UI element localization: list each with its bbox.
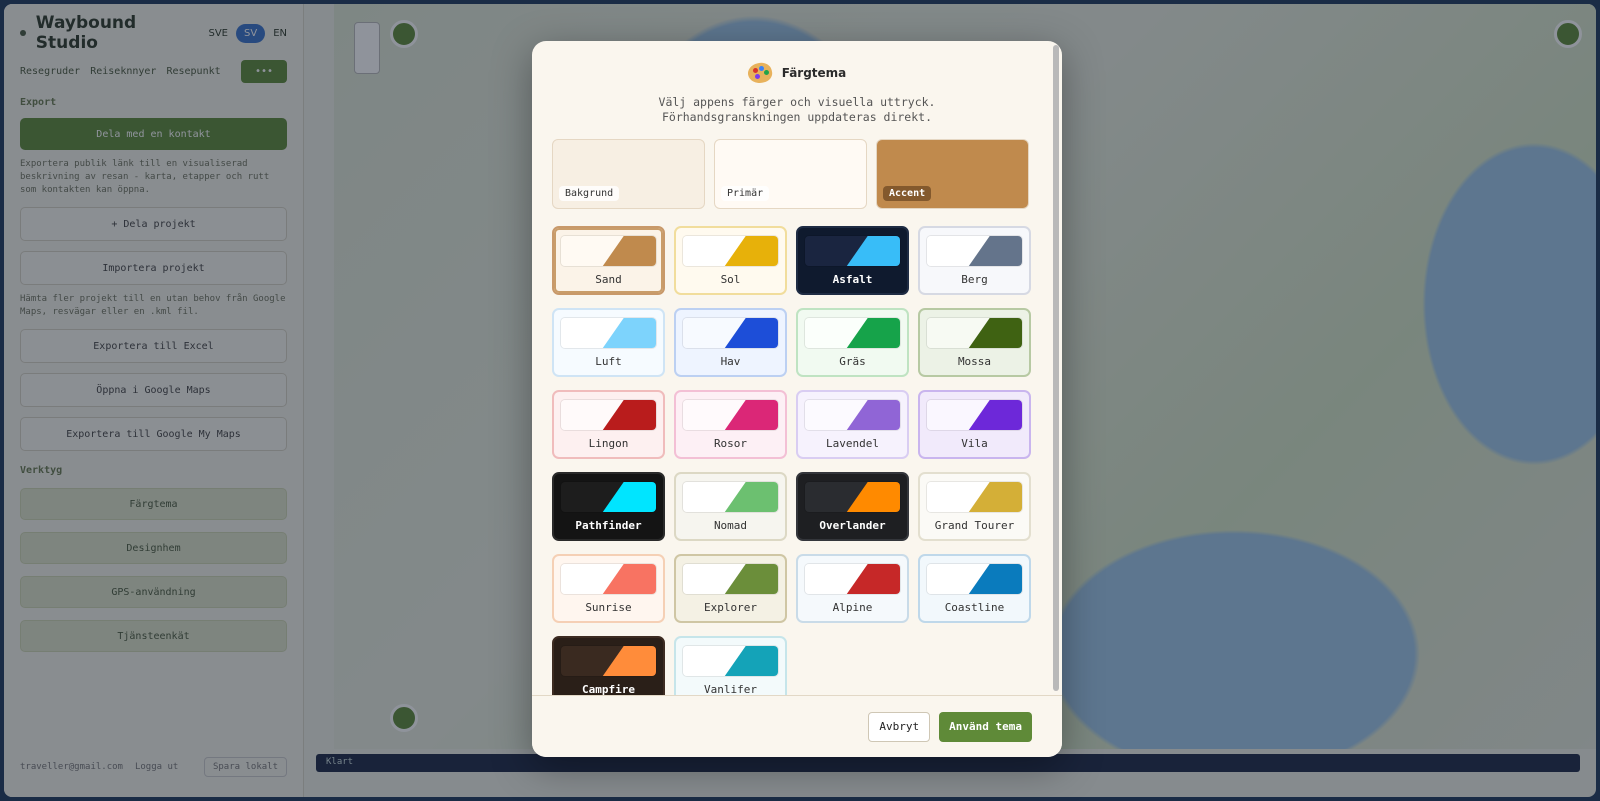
theme-card[interactable]: Asfalt [796, 226, 909, 295]
theme-swatch [804, 481, 901, 513]
theme-name: Asfalt [832, 273, 873, 286]
preview-label: Primär [721, 186, 770, 201]
theme-swatch [682, 481, 779, 513]
theme-name: Alpine [832, 601, 873, 614]
theme-card[interactable]: Luft [552, 308, 665, 377]
theme-name: Rosor [713, 437, 748, 450]
theme-preview: Bakgrund Primär Accent [552, 139, 1042, 209]
theme-card[interactable]: Gräs [796, 308, 909, 377]
dialog-footer: Avbryt Använd tema [532, 695, 1062, 757]
theme-card[interactable]: Lavendel [796, 390, 909, 459]
theme-swatch [926, 399, 1023, 431]
theme-name: Overlander [819, 519, 886, 532]
theme-name: Gräs [839, 355, 866, 368]
theme-swatch [682, 645, 779, 677]
theme-swatch [560, 317, 657, 349]
dialog-title: Färgtema [781, 66, 847, 80]
preview-swatch-bakgrund: Bakgrund [552, 139, 705, 209]
theme-name: Campfire [582, 683, 635, 695]
theme-name: Lavendel [826, 437, 879, 450]
theme-name: Hav [720, 355, 741, 368]
theme-swatch [682, 563, 779, 595]
theme-card[interactable]: Lingon [552, 390, 665, 459]
theme-swatch [926, 235, 1023, 267]
theme-name: Lingon [588, 437, 629, 450]
theme-name: Sol [720, 273, 741, 286]
theme-card[interactable]: Campfire [552, 636, 665, 695]
theme-swatch [804, 235, 901, 267]
theme-card[interactable]: Sand [552, 226, 665, 295]
palette-icon [745, 60, 774, 86]
theme-name: Berg [961, 273, 988, 286]
theme-card[interactable]: Overlander [796, 472, 909, 541]
theme-name: Coastline [944, 601, 1005, 614]
theme-name: Sand [595, 273, 622, 286]
theme-swatch [682, 399, 779, 431]
color-theme-dialog: Färgtema Välj appens färger och visuella… [532, 41, 1062, 757]
apply-theme-button[interactable]: Använd tema [939, 711, 1032, 742]
theme-name: Vanlifer [704, 683, 757, 695]
theme-grid: Sand Sol Asfalt Berg Luft Hav Gräs Mossa Lingon R… [552, 226, 1042, 695]
theme-card[interactable]: Coastline [918, 554, 1031, 623]
theme-card[interactable]: Hav [674, 308, 787, 377]
theme-swatch [804, 399, 901, 431]
theme-swatch [804, 317, 901, 349]
preview-label: Bakgrund [559, 186, 620, 201]
dialog-header: Färgtema [552, 60, 1042, 86]
theme-card[interactable]: Vila [918, 390, 1031, 459]
theme-card[interactable]: Mossa [918, 308, 1031, 377]
theme-swatch [560, 399, 657, 431]
preview-swatch-accent: Accent [876, 139, 1029, 209]
theme-card[interactable]: Explorer [674, 554, 787, 623]
theme-card[interactable]: Nomad [674, 472, 787, 541]
theme-swatch [560, 235, 657, 267]
theme-swatch [560, 645, 657, 677]
theme-swatch [926, 481, 1023, 513]
theme-card[interactable]: Berg [918, 226, 1031, 295]
theme-name: Pathfinder [575, 519, 642, 532]
theme-card[interactable]: Sunrise [552, 554, 665, 623]
theme-card[interactable]: Alpine [796, 554, 909, 623]
theme-swatch [926, 317, 1023, 349]
dialog-scrollbar[interactable] [1053, 45, 1059, 691]
dialog-body[interactable]: Färgtema Välj appens färger och visuella… [532, 41, 1062, 695]
theme-name: Explorer [704, 601, 757, 614]
theme-swatch [560, 563, 657, 595]
theme-swatch [682, 317, 779, 349]
theme-name: Luft [595, 355, 622, 368]
theme-swatch [682, 235, 779, 267]
theme-card[interactable]: Sol [674, 226, 787, 295]
theme-card[interactable]: Grand Tourer [918, 472, 1031, 541]
theme-name: Mossa [957, 355, 992, 368]
theme-name: Sunrise [585, 601, 632, 614]
theme-swatch [804, 563, 901, 595]
dialog-subtitle: Välj appens färger och visuella uttryck.… [658, 95, 936, 124]
preview-swatch-primär: Primär [714, 139, 867, 209]
theme-card[interactable]: Rosor [674, 390, 787, 459]
theme-name: Vila [961, 437, 988, 450]
preview-label: Accent [883, 186, 932, 201]
theme-name: Nomad [713, 519, 748, 532]
theme-swatch [560, 481, 657, 513]
theme-card[interactable]: Pathfinder [552, 472, 665, 541]
cancel-button[interactable]: Avbryt [868, 711, 931, 742]
theme-name: Grand Tourer [934, 519, 1015, 532]
theme-card[interactable]: Vanlifer [674, 636, 787, 695]
theme-swatch [926, 563, 1023, 595]
